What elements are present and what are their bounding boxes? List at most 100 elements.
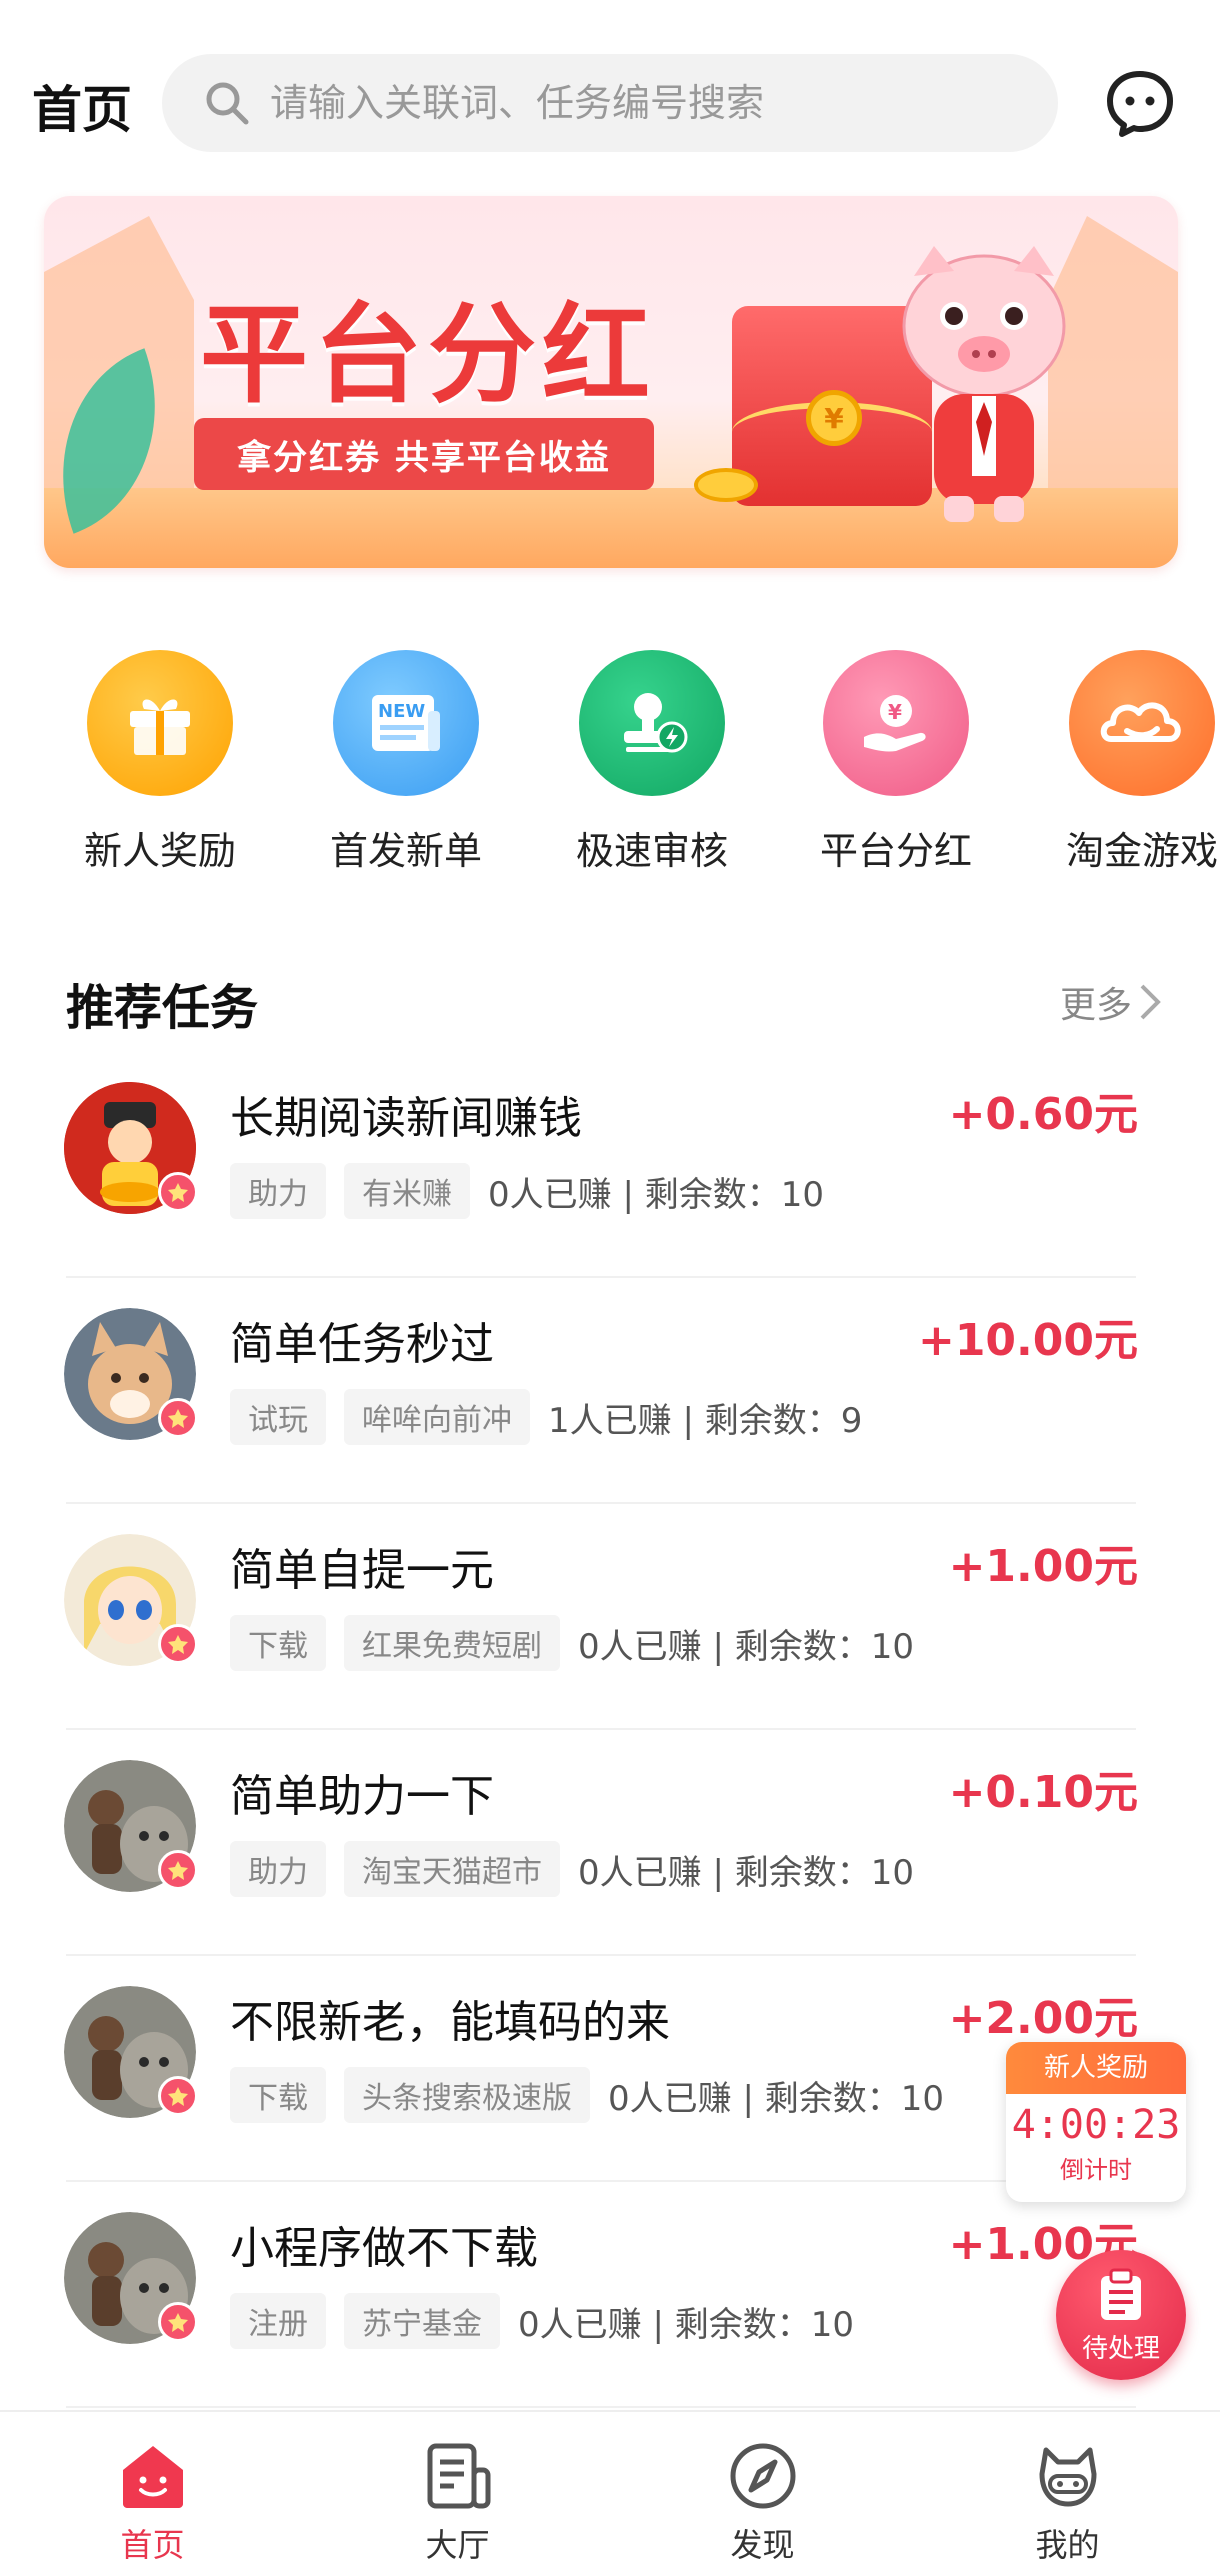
- task-meta: 助力 淘宝天猫超市 0人已赚 | 剩余数：10: [230, 1841, 914, 1897]
- nav-label: 我的: [1035, 2526, 1100, 2564]
- coin-icon: [694, 468, 758, 502]
- quick-entry-gold-game[interactable]: 淘金游戏: [1032, 650, 1220, 875]
- quick-entry-new-user-reward[interactable]: 新人奖励: [50, 650, 270, 875]
- task-app-tag: 红果免费短剧: [344, 1615, 560, 1671]
- task-meta: 助力 有米赚 0人已赚 | 剩余数：10: [230, 1163, 824, 1219]
- task-app-tag: 哞哞向前冲: [344, 1389, 530, 1445]
- coin-icon: ¥: [806, 390, 862, 446]
- task-app-tag: 淘宝天猫超市: [344, 1841, 560, 1897]
- svg-text:NEW: NEW: [378, 701, 425, 722]
- task-type-tag: 注册: [230, 2293, 326, 2349]
- quick-entry-platform-bonus[interactable]: ¥ 平台分红: [786, 650, 1006, 875]
- task-type-tag: 下载: [230, 2067, 326, 2123]
- nav-label: 发现: [730, 2526, 795, 2564]
- task-app-tag: 苏宁基金: [344, 2293, 500, 2349]
- countdown-title: 新人奖励: [1006, 2042, 1186, 2094]
- badge-icon: [158, 1624, 198, 1664]
- task-title: 长期阅读新闻赚钱: [230, 1093, 582, 1144]
- pending-button[interactable]: 待处理: [1056, 2250, 1186, 2380]
- yuan-hand-icon: ¥: [823, 650, 969, 796]
- promo-banner[interactable]: 平台分红 拿分红券 共享平台收益 ¥: [44, 196, 1178, 568]
- search-bar[interactable]: [162, 54, 1058, 152]
- nav-home[interactable]: 首页: [0, 2412, 305, 2575]
- page-title: 首页: [32, 81, 132, 139]
- new-user-countdown-card[interactable]: 新人奖励 4:00:23 倒计时: [1006, 2042, 1186, 2202]
- more-link[interactable]: 更多: [1060, 976, 1162, 1028]
- task-row[interactable]: 简单助力一下 +0.10元 助力 淘宝天猫超市 0人已赚 | 剩余数：10: [0, 1730, 1220, 1956]
- profile-icon: [1039, 2447, 1096, 2507]
- compass-icon: [730, 2443, 795, 2509]
- new-document-icon: NEW: [333, 650, 479, 796]
- pig-mascot-icon: [902, 246, 1066, 522]
- chevron-right-icon: [1140, 984, 1161, 1020]
- quick-entry-label: 首发新单: [329, 829, 482, 873]
- nav-profile[interactable]: 我的: [915, 2412, 1220, 2575]
- badge-icon: [158, 1850, 198, 1890]
- task-reward: +2.00元: [948, 1993, 1138, 2044]
- badge-icon: [158, 2076, 198, 2116]
- countdown-label: 倒计时: [1060, 2156, 1132, 2184]
- more-label: 更多: [1060, 985, 1133, 1026]
- task-meta: 下载 头条搜索极速版 0人已赚 | 剩余数：10: [230, 2067, 944, 2123]
- task-title: 简单任务秒过: [230, 1319, 494, 1370]
- task-stats: 0人已赚 | 剩余数：10: [578, 1626, 914, 1667]
- task-row[interactable]: 简单任务秒过 +10.00元 试玩 哞哞向前冲 1人已赚 | 剩余数：9: [0, 1278, 1220, 1504]
- search-icon: [206, 82, 249, 125]
- cloud-icon: [1069, 650, 1215, 796]
- countdown-time: 4:00:23: [1011, 2102, 1181, 2148]
- nav-discover[interactable]: 发现: [610, 2412, 915, 2575]
- gift-icon: [87, 650, 233, 796]
- task-stats: 0人已赚 | 剩余数：10: [578, 1852, 914, 1893]
- quick-entry-label: 极速审核: [575, 829, 728, 873]
- stamp-icon: [579, 650, 725, 796]
- task-row[interactable]: 长期阅读新闻赚钱 +0.60元 助力 有米赚 0人已赚 | 剩余数：10: [0, 1052, 1220, 1278]
- task-title: 简单助力一下: [230, 1771, 494, 1822]
- task-row[interactable]: 小程序做不下载 +1.00元 注册 苏宁基金 0人已赚 | 剩余数：10: [0, 2182, 1220, 2408]
- task-reward: +0.60元: [948, 1089, 1138, 1140]
- pending-label: 待处理: [1081, 2334, 1160, 2364]
- task-app-tag: 有米赚: [344, 1163, 470, 1219]
- quick-entry-fast-review[interactable]: 极速审核: [542, 650, 762, 875]
- task-stats: 0人已赚 | 剩余数：10: [518, 2304, 854, 2345]
- message-icon[interactable]: [1104, 68, 1176, 140]
- nav-hall[interactable]: 大厅: [305, 2412, 610, 2575]
- task-title: 不限新老，能填码的来: [230, 1997, 670, 2048]
- clipboard-icon: [1101, 2268, 1141, 2320]
- task-reward: +1.00元: [948, 1541, 1138, 1592]
- task-stats: 0人已赚 | 剩余数：10: [608, 2078, 944, 2119]
- task-title: 小程序做不下载: [230, 2223, 538, 2274]
- task-stats: 1人已赚 | 剩余数：9: [548, 1400, 863, 1441]
- task-app-tag: 头条搜索极速版: [344, 2067, 590, 2123]
- home-icon: [122, 2446, 183, 2508]
- task-row[interactable]: 简单自提一元 +1.00元 下载 红果免费短剧 0人已赚 | 剩余数：10: [0, 1504, 1220, 1730]
- nav-label: 大厅: [425, 2526, 490, 2564]
- quick-entry-row: 新人奖励 NEW 首发新单 极速审核 ¥ 平台分红 淘金游戏: [0, 650, 1220, 890]
- badge-icon: [158, 1172, 198, 1212]
- task-meta: 下载 红果免费短剧 0人已赚 | 剩余数：10: [230, 1615, 914, 1671]
- task-stats: 0人已赚 | 剩余数：10: [488, 1174, 824, 1215]
- badge-icon: [158, 1398, 198, 1438]
- quick-entry-label: 淘金游戏: [1065, 829, 1218, 873]
- task-reward: +10.00元: [917, 1315, 1138, 1366]
- task-type-tag: 助力: [230, 1163, 326, 1219]
- quick-entry-first-release[interactable]: NEW 首发新单: [296, 650, 516, 875]
- banner-title: 平台分红: [200, 293, 657, 418]
- bottom-nav: 首页 大厅 发现 我的: [0, 2410, 1220, 2575]
- task-title: 简单自提一元: [230, 1545, 494, 1596]
- quick-entry-label: 平台分红: [819, 829, 972, 873]
- search-input[interactable]: [270, 81, 1030, 125]
- hall-icon: [427, 2443, 490, 2509]
- task-type-tag: 下载: [230, 1615, 326, 1671]
- task-meta: 试玩 哞哞向前冲 1人已赚 | 剩余数：9: [230, 1389, 863, 1445]
- task-type-tag: 助力: [230, 1841, 326, 1897]
- header: 首页: [0, 0, 1220, 180]
- nav-label: 首页: [120, 2526, 185, 2564]
- divider: [66, 2406, 1136, 2408]
- badge-icon: [158, 2302, 198, 2342]
- task-type-tag: 试玩: [230, 1389, 326, 1445]
- banner-subtitle: 拿分红券 共享平台收益: [194, 418, 654, 490]
- section-title: 推荐任务: [66, 980, 259, 1036]
- task-reward: +0.10元: [948, 1767, 1138, 1818]
- quick-entry-label: 新人奖励: [83, 829, 236, 873]
- svg-text:¥: ¥: [888, 700, 902, 724]
